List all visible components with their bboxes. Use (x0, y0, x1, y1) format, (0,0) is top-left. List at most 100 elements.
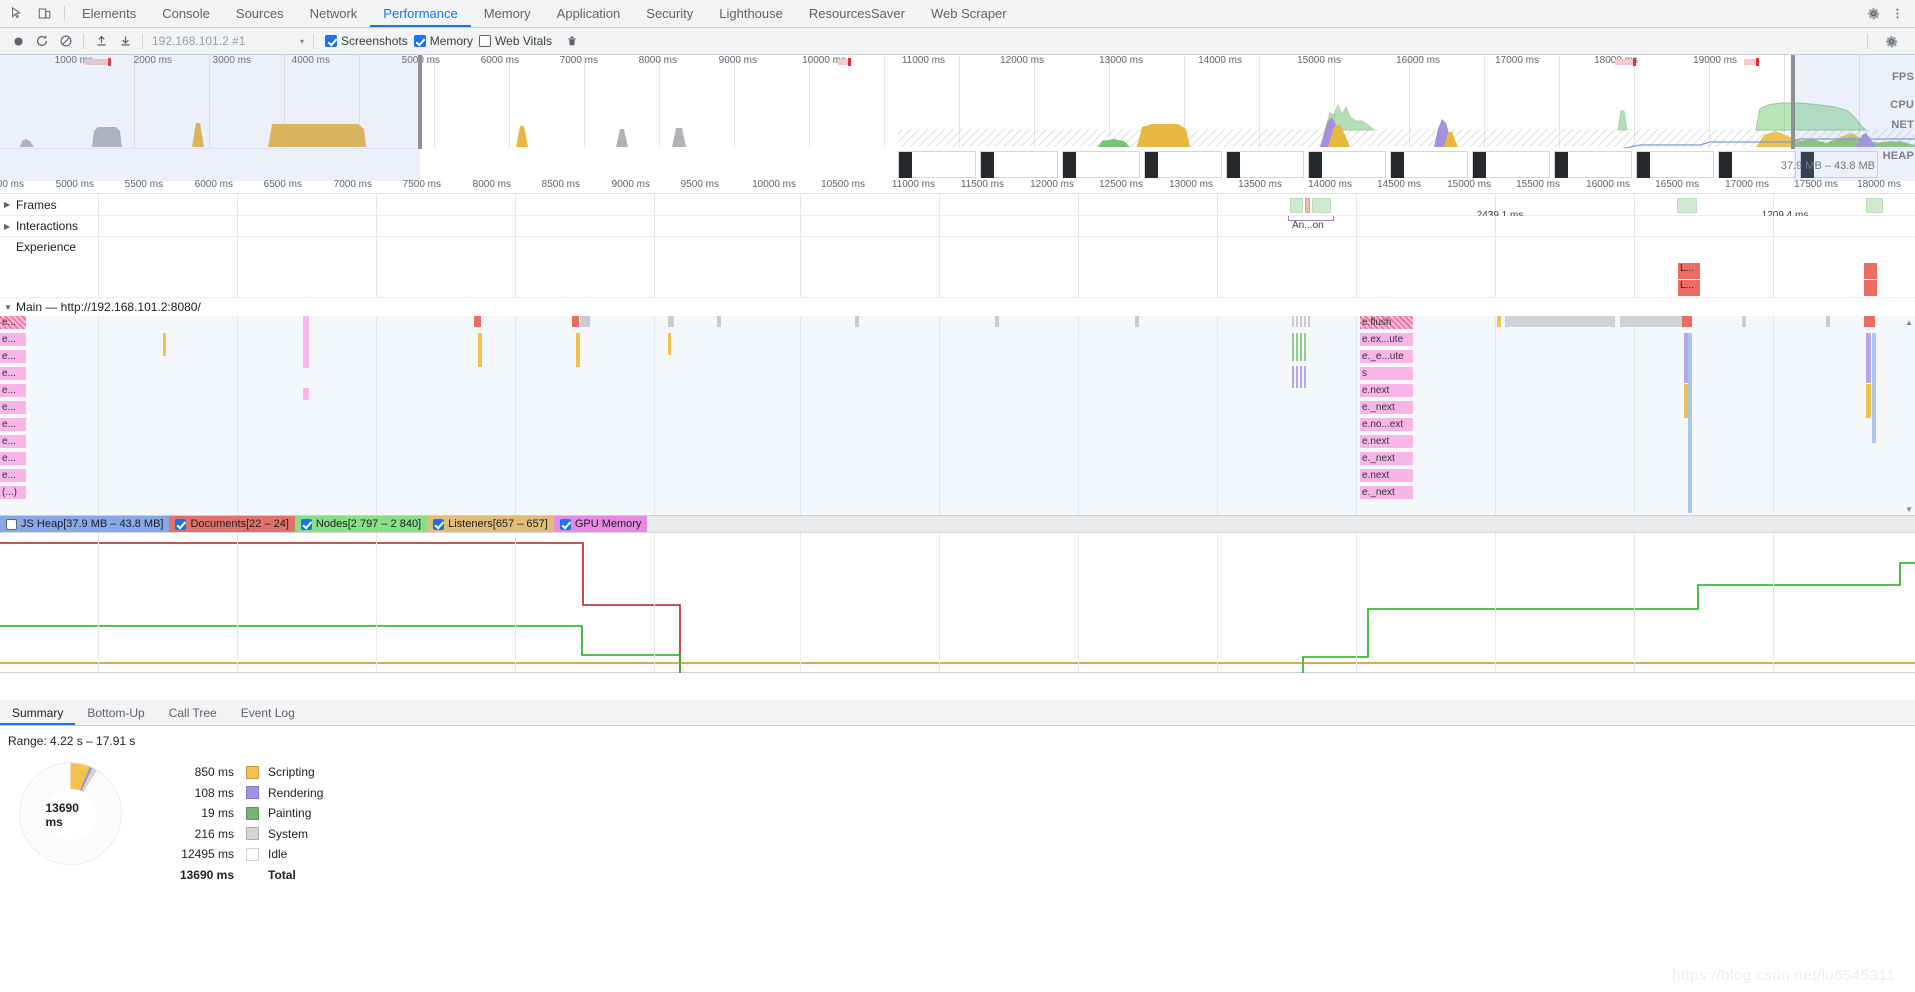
flame-bar[interactable] (1300, 366, 1302, 388)
flame-bar[interactable]: s (1360, 367, 1413, 380)
flame-bar[interactable] (303, 388, 309, 400)
track-frames[interactable]: ▶ Frames 2439.1 ms 1209.4 ms (0, 194, 1915, 221)
flame-bar[interactable] (478, 333, 482, 367)
tab-call-tree[interactable]: Call Tree (157, 700, 229, 725)
more-options-icon[interactable] (1887, 4, 1907, 24)
filmstrip-frame[interactable] (980, 151, 1058, 179)
frame-block[interactable] (1866, 198, 1883, 213)
legend-row-scripting[interactable]: 850 ms Scripting (156, 762, 323, 783)
tab-application[interactable]: Application (544, 0, 634, 27)
flame-bar-warning[interactable] (1864, 316, 1875, 327)
scroll-down-icon[interactable]: ▼ (1905, 505, 1913, 514)
flame-bar[interactable] (1688, 333, 1692, 513)
track-experience[interactable]: Experience L... L... (0, 237, 1915, 298)
timeline-overview[interactable]: 1000 ms 2000 ms 3000 ms 4000 ms 5000 ms … (0, 55, 1915, 150)
tab-summary[interactable]: Summary (0, 700, 75, 725)
collect-garbage-button[interactable] (560, 30, 584, 52)
profile-selector[interactable]: 192.168.101.2 #1 ▾ (148, 31, 308, 51)
flame-bar[interactable]: e... (0, 469, 26, 482)
flame-bar[interactable] (1304, 333, 1306, 361)
counter-js-heap[interactable]: JS Heap[37.9 MB – 43.8 MB] (0, 516, 170, 532)
flame-bar[interactable]: e... (0, 333, 26, 346)
flame-bar[interactable] (1304, 316, 1306, 327)
tab-security[interactable]: Security (633, 0, 706, 27)
flame-bar[interactable]: e.ex...ute (1360, 333, 1413, 346)
flame-bar[interactable]: e... (0, 350, 26, 363)
track-interactions[interactable]: ▶ Interactions An...on (0, 216, 1915, 237)
flame-bar[interactable]: e._next (1360, 401, 1413, 414)
summary-donut-chart[interactable]: 13690 ms (18, 762, 122, 865)
flame-bar[interactable]: e... (0, 418, 26, 431)
legend-row-rendering[interactable]: 108 ms Rendering (156, 783, 324, 804)
counter-listeners[interactable]: Listeners[657 – 657] (427, 516, 554, 532)
flame-bar-cluster[interactable] (1620, 316, 1690, 327)
record-button[interactable] (6, 30, 30, 52)
filmstrip-frame[interactable] (1226, 151, 1304, 179)
flame-bar-warning[interactable] (572, 316, 579, 327)
tab-resourcessaver[interactable]: ResourcesSaver (796, 0, 918, 27)
filmstrip-band[interactable]: HEAP 37.9 MB – 43.8 MB (0, 148, 1915, 181)
flame-bar[interactable] (1296, 333, 1298, 361)
frame-block-dropped[interactable] (1305, 198, 1310, 213)
flame-bar[interactable] (1135, 316, 1139, 327)
layout-shift-block[interactable]: L... (1678, 263, 1700, 279)
counter-documents[interactable]: Documents[22 – 24] (169, 516, 295, 532)
reload-and-record-button[interactable] (30, 30, 54, 52)
flame-bar[interactable] (163, 333, 166, 356)
track-label-main[interactable]: ▼ Main — http://192.168.101.2:8080/ (0, 298, 1915, 316)
save-profile-button[interactable] (113, 30, 137, 52)
settings-gear-icon[interactable] (1863, 4, 1883, 24)
overview-window-handle-right[interactable] (1791, 55, 1795, 149)
screenshots-checkbox[interactable]: Screenshots (325, 34, 408, 48)
flame-bar[interactable] (1292, 333, 1294, 361)
filmstrip-frame[interactable] (898, 151, 976, 179)
flame-bar[interactable]: e... (0, 367, 26, 380)
flame-bar[interactable] (1308, 316, 1310, 327)
flame-bar-warning[interactable] (1682, 316, 1692, 327)
frame-block[interactable] (1290, 198, 1303, 213)
layout-shift-block[interactable]: L... (1678, 280, 1700, 296)
flame-bar[interactable]: e.no...ext (1360, 418, 1413, 431)
layout-shift-block[interactable] (1864, 263, 1877, 279)
web-vitals-checkbox[interactable]: Web Vitals (479, 34, 552, 48)
flame-bar[interactable]: e... (0, 316, 26, 329)
tab-sources[interactable]: Sources (223, 0, 297, 27)
track-label-frames[interactable]: ▶ Frames (4, 194, 57, 215)
flame-bar[interactable] (1866, 333, 1871, 383)
filmstrip-frame[interactable] (1636, 151, 1714, 179)
flame-bar[interactable] (1866, 384, 1871, 418)
flame-bar[interactable]: e... (0, 401, 26, 414)
filmstrip-frame[interactable] (1472, 151, 1550, 179)
tab-elements[interactable]: Elements (69, 0, 149, 27)
flame-bar[interactable] (303, 316, 309, 368)
flame-bar[interactable] (1872, 333, 1876, 443)
flame-bar[interactable] (855, 316, 859, 327)
tab-performance[interactable]: Performance (370, 0, 470, 27)
filmstrip-frame[interactable] (1062, 151, 1140, 179)
flame-bar[interactable]: e._next (1360, 486, 1413, 499)
flame-bar[interactable] (1826, 316, 1830, 327)
legend-row-painting[interactable]: 19 ms Painting (156, 803, 323, 824)
flame-bar[interactable]: e.flush (1360, 316, 1413, 329)
flame-bar[interactable] (1304, 366, 1306, 388)
filmstrip-frame[interactable] (1390, 151, 1468, 179)
tab-web-scraper[interactable]: Web Scraper (918, 0, 1020, 27)
legend-row-idle[interactable]: 12495 ms Idle (156, 844, 323, 865)
tab-memory[interactable]: Memory (471, 0, 544, 27)
filmstrip-frame[interactable] (1308, 151, 1386, 179)
flame-bar[interactable]: e.next (1360, 435, 1413, 448)
flame-bar[interactable]: e.next (1360, 469, 1413, 482)
counter-nodes[interactable]: Nodes[2 797 – 2 840] (294, 516, 428, 532)
legend-row-system[interactable]: 216 ms System (156, 824, 323, 845)
flame-bar[interactable] (995, 316, 999, 327)
flame-bar[interactable] (576, 333, 580, 367)
flame-bar[interactable] (580, 316, 590, 327)
flame-bar[interactable] (1292, 316, 1294, 327)
flame-bar[interactable]: e... (0, 452, 26, 465)
timeline-ruler[interactable]: 4500 ms 5000 ms 5500 ms 6000 ms 6500 ms … (0, 178, 1915, 194)
scroll-up-icon[interactable]: ▲ (1905, 318, 1913, 327)
frame-block[interactable] (1312, 198, 1331, 213)
flame-bar[interactable] (1300, 316, 1302, 327)
flame-bar[interactable] (1497, 316, 1501, 327)
filmstrip-frame[interactable] (1554, 151, 1632, 179)
